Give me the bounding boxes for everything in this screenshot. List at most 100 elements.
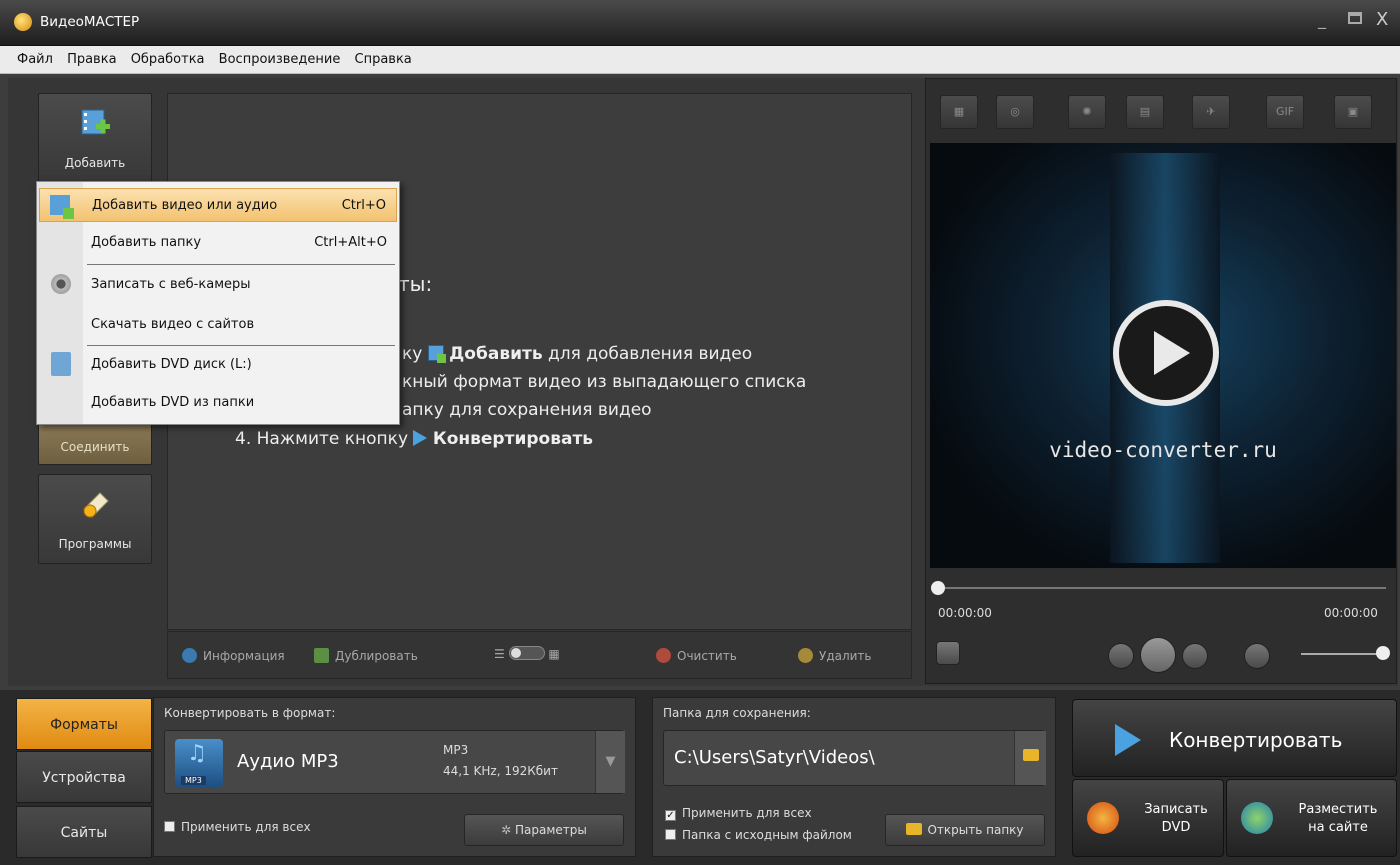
close-button[interactable]: X [1376,9,1388,30]
join-button[interactable]: Соединить [38,423,152,465]
toggle-switch[interactable] [508,646,545,660]
menu-download-video[interactable]: Скачать видео с сайтов [39,308,397,342]
add-small-icon [427,345,446,363]
format-panel: Конвертировать в формат: ♫ MP3 Аудио MP3… [153,697,636,857]
duplicate-icon [314,648,329,663]
format-label: Конвертировать в формат: [164,706,336,720]
webcam-icon [51,274,71,294]
fullscreen-icon[interactable]: ▣ [1334,95,1372,129]
programs-button[interactable]: Программы [38,474,152,564]
video-preview[interactable]: video-converter.ru [930,143,1396,568]
instruction-line-2: кный формат видео из выпадающего списка [402,372,807,392]
instruction-line-3: апку для сохранения видео [402,400,652,420]
menu-file[interactable]: Файл [12,46,58,67]
menu-edit[interactable]: Правка [62,46,121,67]
app-logo-icon [14,13,32,31]
menu-help[interactable]: Справка [350,46,417,67]
folder-icon [906,823,923,835]
burn-dvd-label-1: Записать [1144,802,1208,817]
mp3-file-icon: ♫ MP3 [175,739,223,787]
menu-add-dvd-disc[interactable]: Добавить DVD диск (L:) [39,348,397,382]
format-select[interactable]: ♫ MP3 Аудио MP3 MP3 44,1 KHz, 192Кбит ▼ [164,730,625,794]
instruction-line-1: ку Добавить для добавления видео [402,344,753,364]
menu-add-dvd-folder[interactable]: Добавить DVD из папки [39,386,397,420]
prev-icon[interactable] [1108,643,1134,669]
dvd-icon [51,352,71,376]
gif-button[interactable]: GIF [1266,95,1304,129]
burn-dvd-label-2: DVD [1161,820,1191,835]
add-video-icon [50,195,74,219]
add-video-icon [81,109,110,135]
gear-icon: ✲ [501,823,515,837]
chevron-down-icon[interactable]: ▼ [595,731,625,793]
dvd-disc-icon [1087,802,1119,834]
menu-playback[interactable]: Воспроизведение [214,46,346,67]
window-title: ВидеоМАСТЕР [40,14,140,30]
convert-arrow-icon [1115,724,1141,756]
play-icon[interactable] [1140,637,1176,673]
programs-button-label: Программы [58,537,132,551]
maximize-button[interactable] [1348,12,1362,24]
convert-label: Конвертировать [1169,728,1343,752]
clear-button[interactable]: Очистить [656,648,737,663]
watermark-icon[interactable]: ◎ [996,95,1034,129]
convert-button[interactable]: Конвертировать [1072,699,1397,777]
seek-bar[interactable] [936,587,1386,589]
source-folder-checkbox[interactable]: Папка с исходным файлом [665,828,852,842]
info-icon [182,648,197,663]
delete-icon [798,648,813,663]
burn-dvd-button[interactable]: Записать DVD [1072,779,1224,857]
params-button[interactable]: ✲ Параметры [464,814,624,846]
add-button[interactable]: Добавить [38,93,152,183]
duplicate-button[interactable]: Дублировать [314,648,418,663]
time-total: 00:00:00 [1324,606,1378,620]
folder-label: Папка для сохранения: [663,706,811,720]
grid-view-icon: ▦ [548,647,560,661]
snapshot-icon[interactable] [936,641,960,665]
add-button-label: Добавить [64,156,126,170]
menu-processing[interactable]: Обработка [126,46,210,67]
tab-sites[interactable]: Сайты [16,806,152,858]
effects-toolbar: ▦ ◎ ✺ ▤ ✈ GIF ▣ [926,79,1396,141]
format-name: Аудио MP3 [237,751,339,772]
brightness-icon[interactable]: ✺ [1068,95,1106,129]
upload-label-1: Разместить [1298,802,1378,817]
programs-icon [83,492,109,518]
convert-small-icon [413,430,428,446]
save-path-value: C:\Users\Satyr\Videos\ [674,747,875,768]
title-bar: ВидеоМАСТЕР _ X [0,0,1400,46]
preview-panel: ▦ ◎ ✺ ▤ ✈ GIF ▣ video-converter.ru 00:00… [925,78,1397,684]
list-view-icon: ☰ [494,647,505,661]
minimize-button[interactable]: _ [1318,10,1326,29]
folder-apply-all[interactable]: ✓ Применить для всех [665,806,812,821]
menu-record-webcam[interactable]: Записать с веб-камеры [39,268,397,302]
volume-icon[interactable] [1244,643,1270,669]
crop-icon[interactable]: ▦ [940,95,978,129]
menu-add-video-audio[interactable]: Добавить видео или аудио Ctrl+O [39,188,397,222]
rotate-icon[interactable]: ▤ [1126,95,1164,129]
join-button-label: Соединить [60,440,130,454]
menu-bar: Файл Правка Обработка Воспроизведение Сп… [0,46,1400,74]
add-dropdown-menu: Добавить видео или аудио Ctrl+O Добавить … [36,181,400,425]
folder-panel: Папка для сохранения: C:\Users\Satyr\Vid… [652,697,1056,857]
next-icon[interactable] [1182,643,1208,669]
volume-slider[interactable] [1301,653,1381,655]
tab-formats[interactable]: Форматы [16,698,152,750]
speed-icon[interactable]: ✈ [1192,95,1230,129]
open-folder-button[interactable]: Открыть папку [885,814,1045,846]
list-toolbar: Информация Дублировать ☰ ▦ Очистить Удал… [167,631,912,679]
upload-button[interactable]: Разместить на сайте [1226,779,1397,857]
menu-add-folder[interactable]: Добавить папку Ctrl+Alt+O [39,226,397,260]
save-path-field[interactable]: C:\Users\Satyr\Videos\ [663,730,1046,786]
format-apply-all[interactable]: Применить для всех [164,820,311,834]
view-toggle[interactable]: ☰ ▦ [494,646,560,661]
seek-handle[interactable] [931,581,945,595]
big-play-icon[interactable] [1113,300,1219,406]
site-watermark: video-converter.ru [1049,438,1277,462]
tab-devices[interactable]: Устройства [16,751,152,803]
volume-handle[interactable] [1376,646,1390,660]
info-button[interactable]: Информация [182,648,285,663]
time-current: 00:00:00 [938,606,992,620]
delete-button[interactable]: Удалить [798,648,872,663]
browse-folder-icon[interactable] [1014,731,1046,785]
